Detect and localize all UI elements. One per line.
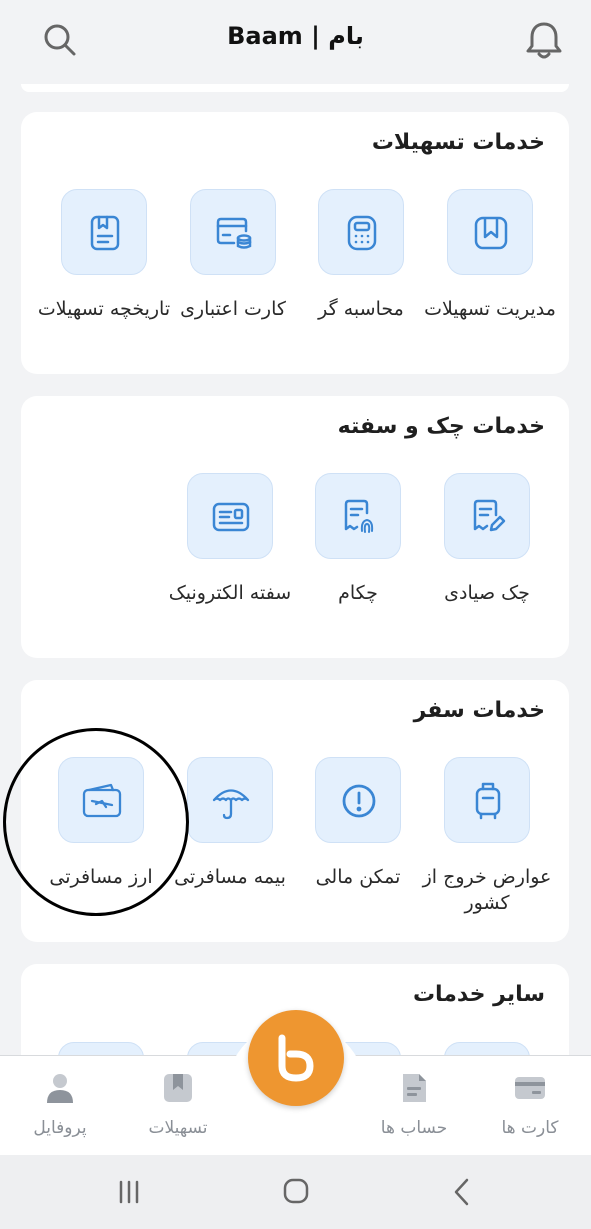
sayadi-check-label: چک صیادی <box>444 582 530 604</box>
nav-cards-label: کارت ها <box>501 1118 559 1138</box>
facility-history-label: تاریخچه تسهیلات <box>37 298 171 320</box>
facilities-icon <box>164 1074 192 1102</box>
chekam-button[interactable] <box>315 473 401 559</box>
credit-card-label: کارت اعتباری <box>180 298 286 320</box>
notification-bell-icon[interactable] <box>522 18 566 62</box>
nav-accounts-label: حساب ها <box>380 1118 448 1138</box>
suitcase-icon <box>475 782 501 820</box>
app-title: Baam | بام <box>227 22 364 50</box>
credit-card-button[interactable] <box>190 189 276 275</box>
nav-profile[interactable]: پروفایل <box>0 1070 120 1138</box>
facility-services-card: خدمات تسهیلات مدیریت تسهیلات محاسبه گر ک… <box>21 112 569 374</box>
section-title: خدمات تسهیلات <box>371 130 545 155</box>
system-navigation-bar <box>0 1155 591 1229</box>
nav-facilities-label: تسهیلات <box>148 1118 208 1138</box>
facility-management-label: مدیریت تسهیلات <box>424 298 556 320</box>
chekam-label: چکام <box>338 582 378 604</box>
nav-cards[interactable]: کارت ها <box>470 1070 590 1138</box>
fingerprint-check-icon <box>344 499 374 533</box>
section-title: سایر خدمات <box>412 982 545 1007</box>
check-services-card: خدمات چک و سفته چک صیادی چکام سفته الکتر… <box>21 396 569 658</box>
e-promissory-note-button[interactable] <box>187 473 273 559</box>
financial-ability-button[interactable] <box>315 757 401 843</box>
calculator-icon <box>347 215 377 251</box>
nav-facilities[interactable]: تسهیلات <box>118 1070 238 1138</box>
profile-icon <box>47 1074 73 1103</box>
cards-icon <box>515 1077 545 1099</box>
sayadi-check-button[interactable] <box>444 473 530 559</box>
facility-management-button[interactable] <box>447 189 533 275</box>
nav-profile-label: پروفایل <box>33 1118 87 1138</box>
travel-insurance-button[interactable] <box>187 757 273 843</box>
calculator-button[interactable] <box>318 189 404 275</box>
financial-ability-label: تمکن مالی <box>315 866 401 888</box>
top-bar: Baam | بام <box>0 0 591 84</box>
home-icon[interactable] <box>276 1177 316 1207</box>
credit-card-icon <box>216 217 252 249</box>
calculator-label: محاسبه گر <box>318 298 404 320</box>
baam-logo-icon <box>278 1034 314 1082</box>
history-document-icon <box>90 215 120 251</box>
previous-card-edge <box>21 84 569 92</box>
promissory-note-icon <box>212 502 250 532</box>
exit-fee-label: عوارض خروج از کشور <box>422 866 552 914</box>
umbrella-icon <box>212 789 250 820</box>
recent-apps-icon[interactable] <box>109 1177 149 1207</box>
accounts-icon <box>403 1074 426 1102</box>
facility-history-button[interactable] <box>61 189 147 275</box>
section-title: خدمات چک و سفته <box>337 414 545 439</box>
check-edit-icon <box>473 499 506 532</box>
travel-insurance-label: بیمه مسافرتی <box>174 866 286 888</box>
baam-home-button[interactable] <box>248 1010 344 1106</box>
alert-circle-icon <box>342 784 376 818</box>
bookmark-icon <box>474 216 508 250</box>
back-icon[interactable] <box>442 1177 482 1207</box>
e-promissory-note-label: سفته الکترونیک <box>168 582 292 604</box>
nav-accounts[interactable]: حساب ها <box>354 1070 474 1138</box>
section-title: خدمات سفر <box>413 698 545 723</box>
exit-fee-button[interactable] <box>444 757 530 843</box>
circle-annotation <box>3 728 189 916</box>
